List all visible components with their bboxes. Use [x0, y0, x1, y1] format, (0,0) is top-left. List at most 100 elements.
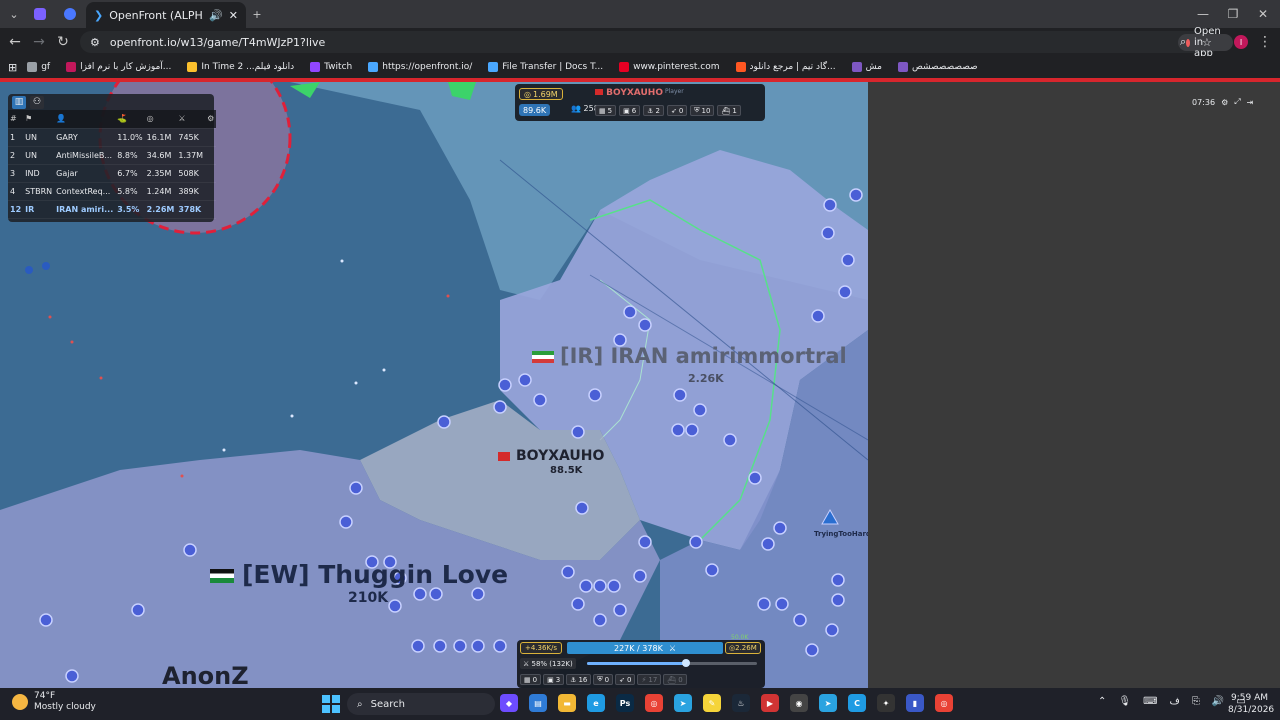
- file-explorer-icon[interactable]: ▬: [558, 694, 576, 712]
- mute-icon[interactable]: 🔊: [209, 9, 223, 22]
- photoshop-icon[interactable]: Ps: [616, 694, 634, 712]
- bookmark-item[interactable]: File Transfer | Docs T...: [482, 62, 609, 72]
- language-icon[interactable]: ﻑ: [1170, 696, 1180, 707]
- tab-r-icon[interactable]: [60, 4, 80, 24]
- chrome-active-icon[interactable]: ◎: [935, 694, 953, 712]
- back-button[interactable]: ←: [4, 32, 26, 52]
- col-player-icon[interactable]: 👤: [54, 110, 116, 129]
- copilot-icon[interactable]: ◆: [500, 694, 518, 712]
- col-gold-icon[interactable]: ◎: [144, 110, 177, 129]
- col-rank[interactable]: #: [8, 110, 24, 129]
- stat-pill: ⛨ 10: [690, 105, 715, 116]
- site-info-icon[interactable]: ⚙: [90, 36, 100, 49]
- temperature: 74°F: [34, 691, 56, 701]
- bookmark-star-icon[interactable]: ☆: [1202, 36, 1212, 49]
- edge-icon[interactable]: e: [587, 694, 605, 712]
- apps-grid-icon[interactable]: ⊞: [8, 61, 17, 74]
- clock-widget[interactable]: 9:59 AM 8/31/2026: [1228, 692, 1274, 716]
- address-bar[interactable]: ⚙ openfront.io/w13/game/T4mWJzP1?live Op…: [80, 26, 1233, 59]
- tab-openfront[interactable]: ❯ OpenFront (ALPHA) 🔊 ✕: [86, 2, 246, 28]
- keyboard-icon[interactable]: ⌨: [1143, 696, 1157, 707]
- menu-icon[interactable]: ⋮: [1254, 32, 1276, 52]
- attack-ratio-slider[interactable]: [587, 659, 757, 667]
- bookmark-item[interactable]: Twitch: [304, 62, 358, 72]
- bookmark-item[interactable]: گاد تیم | مرجع دانلود...: [730, 62, 842, 72]
- microphone-icon[interactable]: 🎙: [1118, 696, 1131, 707]
- chrome-icon[interactable]: ◎: [645, 694, 663, 712]
- leaderboard-cell-empty: [205, 200, 217, 219]
- map-label-trying[interactable]: TryingTooHard67: [814, 530, 868, 538]
- leaderboard-chart-icon[interactable]: ▥: [12, 95, 26, 109]
- build-button[interactable]: ⛴ 0: [663, 674, 687, 685]
- leaderboard-row[interactable]: 1 UN GARY 11.0% 16.1M 745K: [8, 128, 217, 147]
- build-bar: ▦ 0 ▣ 3 ⚓ 16 ⛨ 0 ➶ 0 ⚡ 17 ⛴ 0: [520, 674, 687, 685]
- leaderboard-row[interactable]: 2 UN AntiMissileB... 8.8% 34.6M 1.37M: [8, 146, 217, 165]
- weather-widget[interactable]: 74°F Mostly cloudy: [12, 691, 96, 713]
- forward-button[interactable]: →: [28, 32, 50, 52]
- new-tab-button[interactable]: +: [248, 4, 266, 24]
- tab-search-icon[interactable]: ⌄: [4, 4, 24, 24]
- build-button[interactable]: ➶ 0: [615, 674, 636, 685]
- build-count: 0: [532, 675, 538, 684]
- stats-icon[interactable]: ▮: [906, 694, 924, 712]
- fullscreen-icon[interactable]: ⤢: [1234, 97, 1240, 107]
- volume-icon[interactable]: 🔊: [1212, 696, 1224, 707]
- bookmark-item[interactable]: In Time 2 ...دانلود فیلم: [181, 62, 300, 72]
- bookmark-label: File Transfer | Docs T...: [502, 62, 604, 72]
- minimize-button[interactable]: —: [1188, 4, 1218, 24]
- notes-icon[interactable]: ✎: [703, 694, 721, 712]
- profile-avatar[interactable]: I: [1230, 32, 1252, 52]
- taskbar-search[interactable]: ⌕ Search: [347, 693, 495, 715]
- build-button[interactable]: ▦ 0: [520, 674, 542, 685]
- chrome-2-icon[interactable]: C: [848, 694, 866, 712]
- col-troops-icon[interactable]: ⚔: [176, 110, 206, 129]
- build-button[interactable]: ⛨ 0: [593, 674, 614, 685]
- close-tab-icon[interactable]: ✕: [229, 9, 238, 22]
- slider-handle[interactable]: [681, 659, 690, 667]
- system-tray: ⌃ 🎙 ⌨ ﻑ ⎘ 🔊 ▭: [1098, 696, 1246, 707]
- col-land-icon[interactable]: ⛳: [115, 110, 145, 129]
- exit-icon[interactable]: ⇥: [1247, 98, 1254, 107]
- extension-r-icon[interactable]: [30, 4, 50, 24]
- leaderboard-row[interactable]: 12 IR IRAN amiri... 3.5% 2.26M 378K: [8, 200, 217, 219]
- map-label-boyxauho[interactable]: BOYXAUHO: [498, 448, 604, 464]
- leaderboard-cell-land: 6.7%: [115, 164, 145, 183]
- leaderboard-row[interactable]: 3 IND Gajar 6.7% 2.35M 508K: [8, 164, 217, 183]
- build-button[interactable]: ⚡ 17: [637, 674, 662, 685]
- team-icon[interactable]: ⚇: [30, 95, 44, 109]
- chatgpt-icon[interactable]: ✦: [877, 694, 895, 712]
- bookmark-item[interactable]: آموزش کار با نرم افزا...: [60, 62, 177, 72]
- build-button[interactable]: ⚓ 16: [566, 674, 592, 685]
- col-flag-icon[interactable]: ⚑: [23, 110, 55, 129]
- bookmark-item[interactable]: مش: [846, 62, 888, 72]
- leaderboard-row[interactable]: 4 STBRN ContextReq... 5.8% 1.24M 389K: [8, 182, 217, 201]
- bookmark-favicon-icon: [897, 62, 908, 72]
- tray-chevron-icon[interactable]: ⌃: [1098, 696, 1106, 707]
- telegram-icon[interactable]: ➤: [674, 694, 692, 712]
- map-label-iran[interactable]: [IR] IRAN amirimmortral: [532, 344, 847, 368]
- zoom-icon[interactable]: ⌕: [1180, 35, 1186, 49]
- settings-icon[interactable]: ⚙: [1221, 98, 1228, 107]
- leaderboard-cell-troops: 745K: [176, 128, 206, 147]
- bookmark-item[interactable]: www.pinterest.com: [613, 62, 725, 72]
- app-red-icon[interactable]: ▶: [761, 694, 779, 712]
- map-label-thuggin-love[interactable]: [EW] Thuggin Love: [210, 560, 508, 589]
- bookmark-item[interactable]: https://openfront.io/: [362, 62, 478, 72]
- network-icon[interactable]: ⎘: [1192, 696, 1200, 707]
- bookmark-favicon-icon: [187, 62, 198, 72]
- steam-icon[interactable]: ♨: [732, 694, 750, 712]
- windows-start-icon[interactable]: [322, 695, 340, 713]
- map-label-anonz[interactable]: AnonZ: [162, 662, 249, 688]
- bookmark-item[interactable]: gf: [21, 62, 56, 72]
- missile-icon: ➶: [670, 106, 677, 115]
- obs-icon[interactable]: ◉: [790, 694, 808, 712]
- restore-button[interactable]: ❐: [1218, 4, 1248, 24]
- settings-gear-icon[interactable]: ⚙: [205, 110, 217, 129]
- reload-button[interactable]: ↻: [52, 32, 74, 52]
- close-window-button[interactable]: ✕: [1248, 4, 1278, 24]
- telegram-2-icon[interactable]: ➤: [819, 694, 837, 712]
- bookmark-item[interactable]: صصصصصصشص: [892, 62, 984, 72]
- store-icon[interactable]: ▤: [529, 694, 547, 712]
- browser-tab-bar: ⌄ ❯ OpenFront (ALPHA) 🔊 ✕ + — ❐ ✕: [0, 0, 1280, 28]
- build-button[interactable]: ▣ 3: [543, 674, 565, 685]
